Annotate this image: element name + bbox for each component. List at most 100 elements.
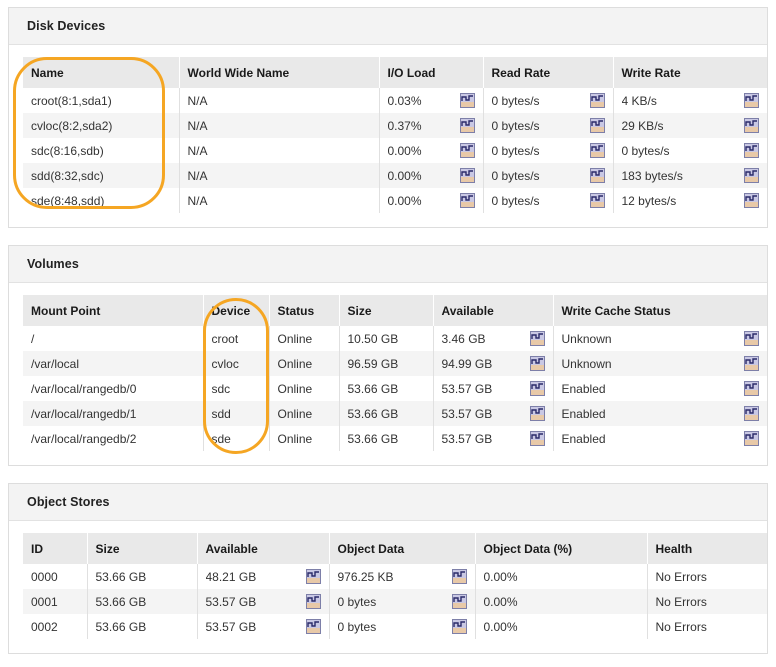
cell-write-rate-value: 183 bytes/s [622,169,683,183]
cell-available: 3.46 GB [433,326,553,351]
chart-icon[interactable] [590,93,605,108]
column-header-name[interactable]: Name [23,57,179,88]
panel-volumes: Volumes Mount Point Device Status Si [8,245,768,466]
table-header-row: Mount Point Device Status Size Available… [23,295,767,326]
column-header-device[interactable]: Device [203,295,269,326]
cell-io-load-value: 0.37% [388,119,422,133]
cell-io-load: 0.00% [379,188,483,213]
chart-icon[interactable] [744,193,759,208]
chart-icon[interactable] [530,431,545,446]
cell-device: croot [203,326,269,351]
cell-read-rate-value: 0 bytes/s [492,119,540,133]
cell-read-rate: 0 bytes/s [483,188,613,213]
cell-write-rate: 12 bytes/s [613,188,767,213]
column-header-object-data-percent[interactable]: Object Data (%) [475,533,647,564]
cell-size: 53.66 GB [339,426,433,451]
cell-device: sde [203,426,269,451]
column-header-mount-point[interactable]: Mount Point [23,295,203,326]
cell-object-data-percent: 0.00% [475,589,647,614]
chart-icon[interactable] [460,143,475,158]
cell-status: Online [269,401,339,426]
chart-icon[interactable] [744,143,759,158]
chart-icon[interactable] [452,619,467,634]
chart-icon[interactable] [744,381,759,396]
chart-icon[interactable] [530,356,545,371]
column-header-read-rate[interactable]: Read Rate [483,57,613,88]
chart-icon[interactable] [744,431,759,446]
table-disk-devices: Name World Wide Name I/O Load Read Rate … [23,57,767,213]
chart-icon[interactable] [452,594,467,609]
cell-io-load-value: 0.00% [388,144,422,158]
table-header-row: Name World Wide Name I/O Load Read Rate … [23,57,767,88]
chart-icon[interactable] [306,594,321,609]
column-header-available[interactable]: Available [197,533,329,564]
chart-icon[interactable] [530,406,545,421]
cell-status: Online [269,376,339,401]
table-body-object-stores: 0000 53.66 GB 48.21 GB [23,564,767,639]
chart-icon[interactable] [744,118,759,133]
table-row: sdc(8:16,sdb) N/A 0.00% [23,138,767,163]
cell-io-load: 0.00% [379,163,483,188]
cell-status: Online [269,326,339,351]
cell-object-store-id: 0000 [23,564,87,589]
column-header-object-data[interactable]: Object Data [329,533,475,564]
cell-write-cache-status: Unknown [553,351,767,376]
column-header-id[interactable]: ID [23,533,87,564]
chart-icon[interactable] [590,168,605,183]
chart-icon[interactable] [744,406,759,421]
chart-icon[interactable] [460,193,475,208]
column-header-world-wide-name[interactable]: World Wide Name [179,57,379,88]
chart-icon[interactable] [744,93,759,108]
column-header-health[interactable]: Health [647,533,767,564]
chart-icon[interactable] [530,381,545,396]
chart-icon[interactable] [306,569,321,584]
chart-icon[interactable] [306,619,321,634]
column-header-write-rate[interactable]: Write Rate [613,57,767,88]
cell-write-cache-status-value: Unknown [562,357,612,371]
cell-object-data-value: 976.25 KB [338,570,394,584]
cell-device-name: croot(8:1,sda1) [23,88,179,113]
table-row: sdd(8:32,sdc) N/A 0.00% [23,163,767,188]
chart-icon[interactable] [530,331,545,346]
cell-object-data: 0 bytes [329,614,475,639]
cell-write-rate-value: 29 KB/s [622,119,664,133]
chart-icon[interactable] [744,168,759,183]
column-header-io-load[interactable]: I/O Load [379,57,483,88]
chart-icon[interactable] [460,168,475,183]
panel-body-volumes: Mount Point Device Status Size Available… [9,283,767,465]
cell-size: 96.59 GB [339,351,433,376]
table-row: 0001 53.66 GB 53.57 GB [23,589,767,614]
panel-body-object-stores: ID Size Available Object Data Object Dat… [9,521,767,653]
cell-mount-point: / [23,326,203,351]
column-header-size[interactable]: Size [339,295,433,326]
chart-icon[interactable] [590,143,605,158]
cell-read-rate-value: 0 bytes/s [492,94,540,108]
column-header-size[interactable]: Size [87,533,197,564]
chart-icon[interactable] [460,93,475,108]
cell-world-wide-name: N/A [179,163,379,188]
chart-icon[interactable] [590,118,605,133]
cell-world-wide-name: N/A [179,113,379,138]
cell-health: No Errors [647,589,767,614]
cell-health: No Errors [647,564,767,589]
chart-icon[interactable] [452,569,467,584]
cell-io-load: 0.03% [379,88,483,113]
cell-available: 94.99 GB [433,351,553,376]
chart-icon[interactable] [460,118,475,133]
column-header-write-cache-status[interactable]: Write Cache Status [553,295,767,326]
cell-mount-point: /var/local/rangedb/1 [23,401,203,426]
cell-size: 53.66 GB [87,564,197,589]
column-header-status[interactable]: Status [269,295,339,326]
chart-icon[interactable] [744,356,759,371]
column-header-available[interactable]: Available [433,295,553,326]
cell-object-data-percent: 0.00% [475,564,647,589]
chart-icon[interactable] [744,331,759,346]
cell-available: 48.21 GB [197,564,329,589]
cell-device-name: sdd(8:32,sdc) [23,163,179,188]
cell-write-rate: 0 bytes/s [613,138,767,163]
cell-available-value: 53.57 GB [206,620,257,634]
cell-object-store-id: 0001 [23,589,87,614]
cell-write-cache-status-value: Enabled [562,382,606,396]
cell-write-cache-status-value: Unknown [562,332,612,346]
chart-icon[interactable] [590,193,605,208]
